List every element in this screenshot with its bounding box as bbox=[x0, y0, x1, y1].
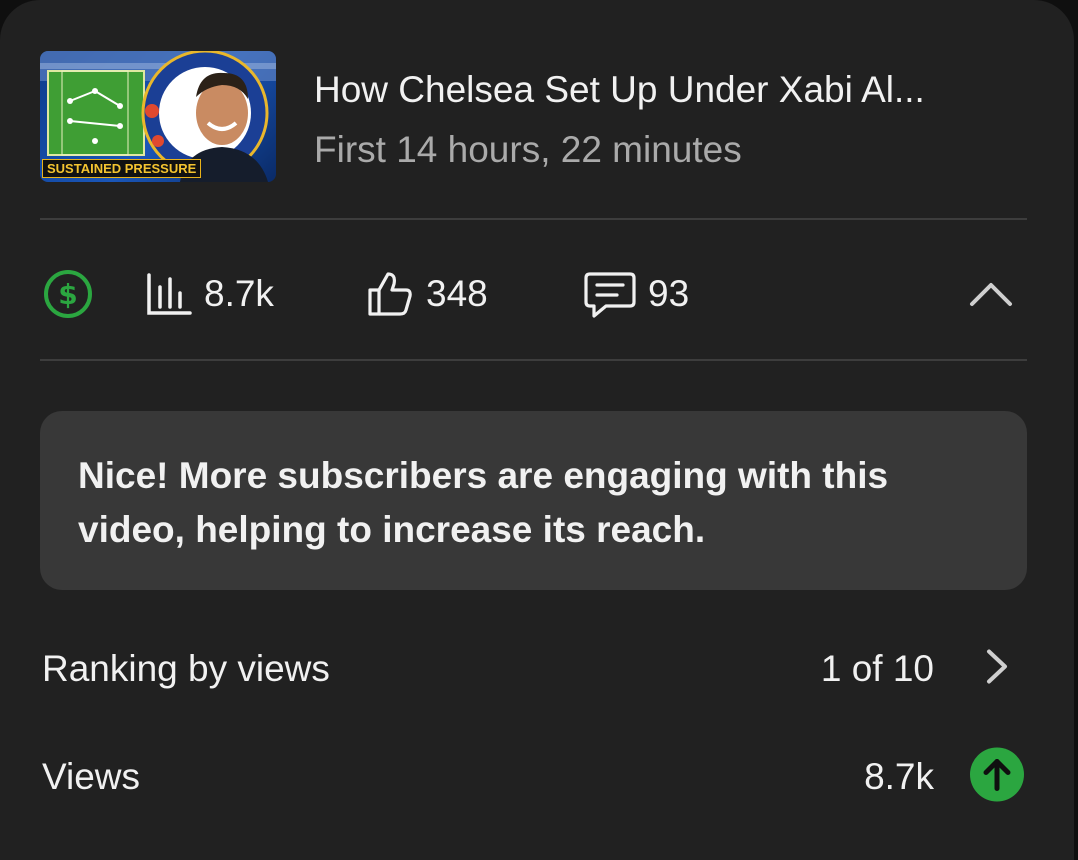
svg-text:$: $ bbox=[58, 278, 77, 311]
analytics-card: SUSTAINED PRESSURE How Chelsea Set Up Un… bbox=[0, 0, 1074, 860]
video-timeframe: First 14 hours, 22 minutes bbox=[314, 129, 742, 170]
views-metric-value: 8.7k bbox=[864, 756, 934, 797]
likes-stat[interactable]: 348 bbox=[366, 262, 488, 326]
dollar-circle-icon: $ bbox=[44, 270, 92, 318]
divider bbox=[40, 218, 1027, 220]
insight-notice: Nice! More subscribers are engaging with… bbox=[40, 411, 1027, 590]
chevron-right-icon bbox=[985, 648, 1009, 691]
collapse-button[interactable] bbox=[968, 262, 1014, 326]
divider bbox=[40, 359, 1027, 361]
ranking-value: 1 of 10 bbox=[820, 648, 934, 689]
video-thumbnail[interactable]: SUSTAINED PRESSURE bbox=[40, 51, 276, 182]
thumbnail-caption: SUSTAINED PRESSURE bbox=[42, 159, 202, 178]
stats-row: $ 8.7k 348 93 bbox=[40, 262, 1027, 326]
video-summary[interactable]: SUSTAINED PRESSURE How Chelsea Set Up Un… bbox=[40, 51, 1030, 183]
views-metric-label: Views bbox=[42, 756, 141, 797]
arrow-up-circle-icon bbox=[969, 747, 1025, 808]
bar-chart-icon bbox=[147, 273, 192, 315]
views-metric-row[interactable]: Views 8.7k bbox=[40, 742, 1027, 812]
views-count: 8.7k bbox=[204, 273, 274, 314]
views-stat[interactable]: 8.7k bbox=[146, 262, 274, 326]
comments-count: 93 bbox=[648, 273, 690, 314]
thumbs-up-icon bbox=[368, 272, 412, 316]
insight-notice-text: Nice! More subscribers are engaging with… bbox=[78, 455, 889, 550]
comment-icon bbox=[584, 272, 636, 318]
likes-count: 348 bbox=[426, 273, 488, 314]
video-title[interactable]: How Chelsea Set Up Under Xabi Al... bbox=[314, 69, 925, 111]
monetization-status[interactable]: $ bbox=[42, 262, 94, 326]
ranking-label: Ranking by views bbox=[42, 648, 330, 689]
chevron-up-icon bbox=[970, 283, 1012, 306]
comments-stat[interactable]: 93 bbox=[584, 262, 689, 326]
ranking-row[interactable]: Ranking by views 1 of 10 bbox=[40, 634, 1027, 704]
